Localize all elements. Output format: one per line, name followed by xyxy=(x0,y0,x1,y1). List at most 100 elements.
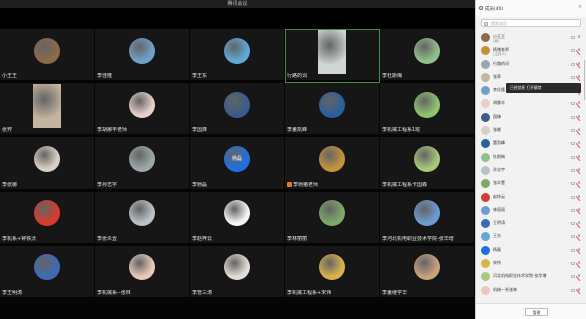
camera-icon[interactable] xyxy=(571,275,575,279)
search-icon xyxy=(484,21,488,26)
video-tile[interactable]: 李杜斯梅 xyxy=(380,29,475,84)
video-tile[interactable]: 李管三涛 xyxy=(190,245,285,300)
video-tile[interactable]: 李张炎壹 xyxy=(95,191,190,246)
mic-muted-icon[interactable] xyxy=(577,48,581,53)
member-avatar xyxy=(481,205,490,215)
member-name: 张炎壹 xyxy=(493,180,505,186)
camera-icon[interactable] xyxy=(571,208,575,212)
member-row[interactable]: 国烽 xyxy=(476,111,586,124)
camera-icon[interactable] xyxy=(571,235,575,239)
member-row[interactable]: 王明涛 xyxy=(476,217,586,230)
video-tile[interactable]: 行路的词 xyxy=(285,29,380,84)
member-row[interactable]: 赵梓云 xyxy=(476,191,586,204)
participant-name: 李杨猪老师 xyxy=(287,182,318,188)
video-tile[interactable]: 李孙志宇 xyxy=(95,137,190,192)
member-row[interactable]: 小王王 (我) xyxy=(476,31,586,44)
mic-muted-icon[interactable] xyxy=(577,61,581,67)
member-row[interactable]: 机械一系张林 xyxy=(476,284,586,297)
member-row[interactable]: 孙志宇 xyxy=(476,164,586,177)
mic-muted-icon[interactable] xyxy=(577,101,581,106)
mic-muted-icon[interactable] xyxy=(577,167,581,173)
participant-name: 小王王 xyxy=(2,73,17,79)
member-row[interactable]: 杨猪老师 (主持人) xyxy=(476,44,586,57)
mic-muted-icon[interactable] xyxy=(577,194,581,200)
video-tile[interactable]: 李国烽 xyxy=(190,83,285,138)
star-avatar xyxy=(34,200,60,227)
camera-icon[interactable] xyxy=(571,75,575,79)
video-tile[interactable]: 李赵梓云 xyxy=(190,191,285,246)
video-tile[interactable]: 李董凯峰 xyxy=(285,83,380,138)
video-tile[interactable]: 李王东 xyxy=(190,29,285,84)
manage-button[interactable]: 管理 xyxy=(525,308,548,316)
member-row[interactable]: 河北机电职业技术学院-张华增 xyxy=(476,270,586,283)
member-list-scrollbar[interactable] xyxy=(583,60,585,100)
camera-icon[interactable] xyxy=(571,129,575,133)
mic-muted-icon[interactable] xyxy=(577,287,581,293)
mic-muted-icon[interactable] xyxy=(577,234,581,239)
member-row[interactable]: 王东 xyxy=(476,230,586,243)
camera-icon[interactable] xyxy=(571,222,575,226)
mic-muted-icon[interactable] xyxy=(577,74,581,80)
video-tile[interactable]: 杨磊 李杨磊 xyxy=(190,137,285,192)
member-row[interactable]: 杨磊 xyxy=(476,244,586,257)
video-tile[interactable]: 李机械工程系1班 xyxy=(380,83,475,138)
mic-muted-icon[interactable] xyxy=(577,154,581,160)
camera-icon[interactable] xyxy=(571,142,575,146)
camera-icon[interactable] xyxy=(571,182,575,186)
member-row[interactable]: 张娜 xyxy=(476,124,586,137)
search-input[interactable]: 搜索成员 xyxy=(481,19,581,27)
video-tile[interactable]: 李机械工程系卡国森 xyxy=(380,137,475,192)
video-grid: 小王王 李佳隆 李王东 行路的词 李杜斯梅张荞 李胡娜丰老师 李国烽 李董凯峰 李机械工程系1班… xyxy=(0,29,475,319)
member-row[interactable]: 胡娜丰 xyxy=(476,97,586,110)
green-avatar xyxy=(414,91,440,118)
camera-icon[interactable] xyxy=(571,168,575,172)
video-tile[interactable]: 张荞 xyxy=(0,83,95,138)
video-tile[interactable]: 李胡娜丰老师 xyxy=(95,83,190,138)
mic-muted-icon[interactable] xyxy=(577,35,581,40)
member-avatar xyxy=(481,152,490,162)
member-avatar xyxy=(481,165,490,175)
member-row[interactable]: 宋伟 xyxy=(476,257,586,270)
member-name: 李佳隆 xyxy=(493,87,505,93)
camera-icon[interactable] xyxy=(571,262,575,266)
camera-icon[interactable] xyxy=(571,248,575,252)
camera-icon[interactable] xyxy=(571,102,575,106)
member-row[interactable]: 机械工程系+卡国 xyxy=(476,297,586,299)
video-tile[interactable]: 李机械系--张林 xyxy=(95,245,190,300)
video-tile[interactable]: 李林丽丽 xyxy=(285,191,380,246)
video-tile[interactable]: 李机械工程系+宋伟 xyxy=(285,245,380,300)
window-titlebar: 腾讯会议 xyxy=(0,0,475,9)
mic-muted-icon[interactable] xyxy=(577,207,581,213)
participant-name-text: 李佳隆 xyxy=(97,73,113,80)
mic-muted-icon[interactable] xyxy=(577,128,581,133)
mic-muted-icon[interactable] xyxy=(577,261,581,266)
mic-muted-icon[interactable] xyxy=(577,221,581,226)
camera-icon[interactable] xyxy=(571,49,575,53)
mic-muted-icon[interactable] xyxy=(577,141,581,146)
mic-muted-icon[interactable] xyxy=(577,181,581,186)
avatar-fill xyxy=(224,91,250,118)
member-row[interactable]: 林丽丽 xyxy=(476,204,586,217)
camera-icon[interactable] xyxy=(571,36,575,39)
participant-name-text: 李赵梓云 xyxy=(192,235,213,242)
video-tile[interactable]: 李董继学华 xyxy=(380,245,475,300)
close-icon[interactable]: × xyxy=(578,4,582,10)
member-row[interactable]: 行路的词 xyxy=(476,58,586,71)
video-tile[interactable]: 小王王 xyxy=(0,29,95,84)
mic-muted-icon[interactable] xyxy=(577,247,581,253)
member-row[interactable]: 董凯峰 xyxy=(476,137,586,150)
member-row[interactable]: 杜斯梅 xyxy=(476,151,586,164)
mic-muted-icon[interactable] xyxy=(577,274,581,279)
member-row[interactable]: 张炎壹 xyxy=(476,177,586,190)
camera-icon[interactable] xyxy=(571,115,575,119)
member-avatar xyxy=(481,59,490,69)
video-tile[interactable]: 李杨猪老师 xyxy=(285,137,380,192)
video-tile[interactable]: 李王明涛 xyxy=(0,245,95,300)
video-tile[interactable]: 李河北机电职业技术学院-张华增 xyxy=(380,191,475,246)
member-role: (我) xyxy=(493,39,500,43)
mic-muted-icon[interactable] xyxy=(577,114,581,120)
participant-name: 李机械工程系+宋伟 xyxy=(287,290,331,296)
video-tile[interactable]: 李佳隆 xyxy=(95,29,190,84)
video-tile[interactable]: 李张娜 xyxy=(0,137,95,192)
video-tile[interactable]: 李机系+钟铁沃 xyxy=(0,191,95,246)
